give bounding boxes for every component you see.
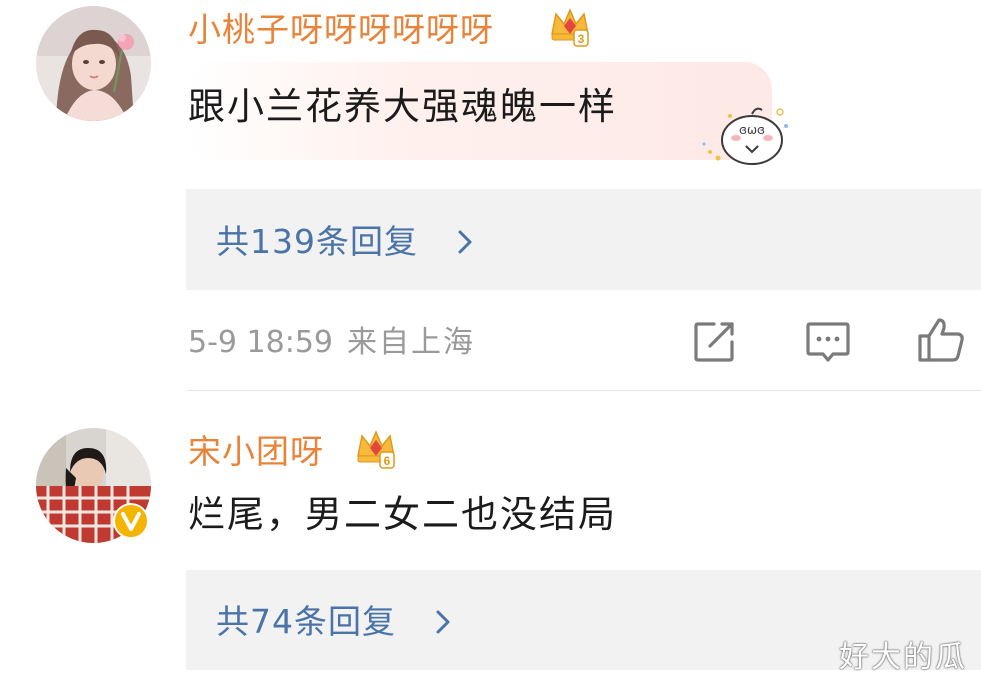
timestamp: 5-9 18:59	[188, 325, 333, 360]
comment-meta: 5-9 18:59 来自上海	[188, 324, 475, 362]
sticker-icon: ɞωɞ	[690, 100, 790, 170]
comment-divider	[186, 390, 981, 391]
chevron-right-icon[interactable]	[434, 609, 452, 635]
comment-icon[interactable]	[805, 320, 851, 364]
username[interactable]: 小桃子呀呀呀呀呀呀	[188, 10, 494, 50]
share-edit-icon[interactable]	[692, 320, 736, 364]
watermark: 好大的瓜	[839, 640, 967, 675]
reply-count-link[interactable]: 共74条回复	[216, 602, 396, 642]
comment-feed: 小桃子呀呀呀呀呀呀 3 跟小兰花养大强魂魄一样 ɞωɞ 共139条回复 5-9 …	[0, 0, 981, 692]
location: 来自上海	[347, 325, 475, 360]
chevron-right-icon[interactable]	[456, 229, 474, 255]
like-icon[interactable]	[917, 316, 965, 364]
user-avatar[interactable]	[36, 6, 151, 121]
username[interactable]: 宋小团呀	[188, 432, 324, 472]
verified-badge-icon	[113, 503, 149, 539]
svg-text:6: 6	[384, 454, 391, 468]
svg-text:ɞωɞ: ɞωɞ	[739, 123, 765, 137]
reply-count-link[interactable]: 共139条回复	[216, 222, 418, 262]
svg-text:3: 3	[578, 32, 585, 46]
crown-badge-icon: 6	[354, 426, 398, 470]
crown-badge-icon: 3	[548, 4, 592, 48]
comment-text: 跟小兰花养大强魂魄一样	[188, 85, 617, 128]
comment-text: 烂尾，男二女二也没结局	[188, 493, 617, 536]
